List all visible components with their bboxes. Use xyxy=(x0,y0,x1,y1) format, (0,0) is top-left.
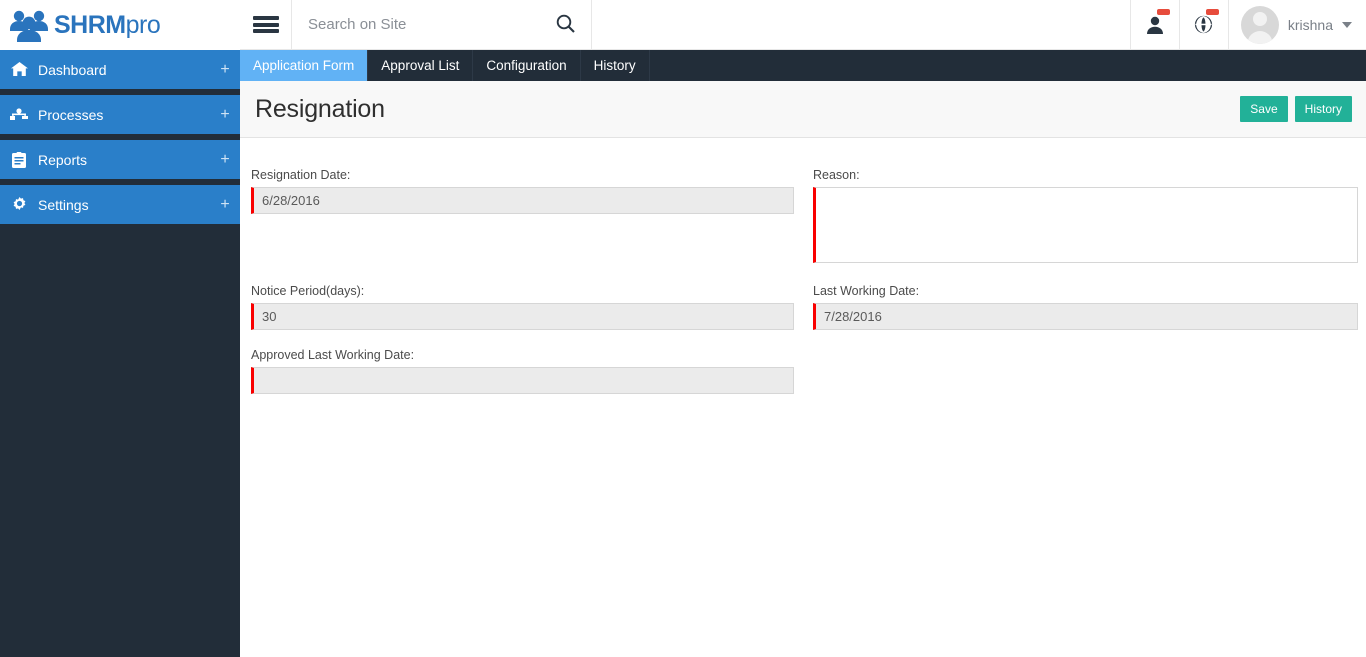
search-icon[interactable] xyxy=(554,14,577,36)
search-container xyxy=(292,0,592,49)
user-name-label: krishna xyxy=(1287,16,1333,33)
tab-history[interactable]: History xyxy=(581,50,650,81)
tab-bar: Application Form Approval List Configura… xyxy=(240,50,1366,81)
clipboard-icon xyxy=(0,151,38,168)
tab-application-form[interactable]: Application Form xyxy=(240,50,369,81)
gear-icon xyxy=(0,196,38,213)
brand-name-suffix: pro xyxy=(125,10,161,39)
field-label: Approved Last Working Date: xyxy=(251,348,415,362)
approved-last-working-date-input[interactable] xyxy=(251,367,794,394)
sidebar-item-label: Settings xyxy=(38,196,89,213)
user-menu[interactable]: krishna xyxy=(1227,0,1366,49)
field-label: Last Working Date: xyxy=(813,284,920,298)
history-button[interactable]: History xyxy=(1294,96,1352,122)
brand-name-main: SHRM xyxy=(54,10,126,39)
tab-configuration[interactable]: Configuration xyxy=(473,50,581,81)
expand-plus-icon[interactable]: + xyxy=(210,151,240,169)
reason-textarea[interactable] xyxy=(813,187,1358,263)
sidebar-item-processes[interactable]: Processes + xyxy=(0,95,240,134)
brand-name: SHRMpro xyxy=(54,10,161,39)
hamburger-icon[interactable] xyxy=(240,0,292,49)
search-input[interactable] xyxy=(306,15,554,34)
sidebar-item-reports[interactable]: Reports + xyxy=(0,140,240,179)
save-button[interactable]: Save xyxy=(1240,96,1288,122)
sidebar-item-label: Dashboard xyxy=(38,61,107,78)
avatar-icon xyxy=(1240,5,1279,44)
expand-plus-icon[interactable]: + xyxy=(210,61,240,79)
sitemap-icon xyxy=(0,107,38,122)
page-title: Resignation xyxy=(255,94,385,123)
globe-icon[interactable] xyxy=(1178,0,1228,49)
sidebar-item-dashboard[interactable]: Dashboard + xyxy=(0,50,240,89)
home-icon xyxy=(0,62,38,77)
field-last-working-date: Last Working Date: xyxy=(813,284,1358,330)
top-header-bar: krishna xyxy=(240,0,1366,50)
sidebar-item-settings[interactable]: Settings + xyxy=(0,185,240,224)
field-label: Notice Period(days): xyxy=(251,284,365,298)
field-notice-period: Notice Period(days): xyxy=(251,284,794,330)
brand-logo[interactable]: SHRMpro xyxy=(0,0,240,50)
chevron-down-icon[interactable] xyxy=(1342,21,1352,28)
sidebar-item-label: Processes xyxy=(38,106,104,123)
last-working-date-input[interactable] xyxy=(813,303,1358,330)
page-header: Resignation Save History xyxy=(240,81,1366,138)
field-label: Resignation Date: xyxy=(251,168,351,182)
resignation-date-input[interactable] xyxy=(251,187,794,214)
globe-notification-badge xyxy=(1205,9,1219,15)
expand-plus-icon[interactable]: + xyxy=(210,196,240,214)
form-content: Resignation Date: Reason: Notice Period(… xyxy=(240,138,1366,657)
sidebar-item-label: Reports xyxy=(38,151,88,168)
sidebar: SHRMpro Dashboard + Processes + Reports … xyxy=(0,0,240,657)
tab-approval-list[interactable]: Approval List xyxy=(368,50,474,81)
field-approved-last-working-date: Approved Last Working Date: xyxy=(251,348,794,394)
field-resignation-date: Resignation Date: xyxy=(251,168,794,214)
people-group-icon xyxy=(10,10,48,42)
sidebar-nav: Dashboard + Processes + Reports + Settin… xyxy=(0,50,240,224)
notice-period-input[interactable] xyxy=(251,303,794,330)
application-window: SHRMpro Dashboard + Processes + Reports … xyxy=(0,0,1366,657)
user-notification-badge xyxy=(1156,9,1170,15)
expand-plus-icon[interactable]: + xyxy=(210,106,240,124)
field-reason: Reason: xyxy=(813,168,1358,268)
user-icon[interactable] xyxy=(1129,0,1179,49)
field-label: Reason: xyxy=(813,168,860,182)
